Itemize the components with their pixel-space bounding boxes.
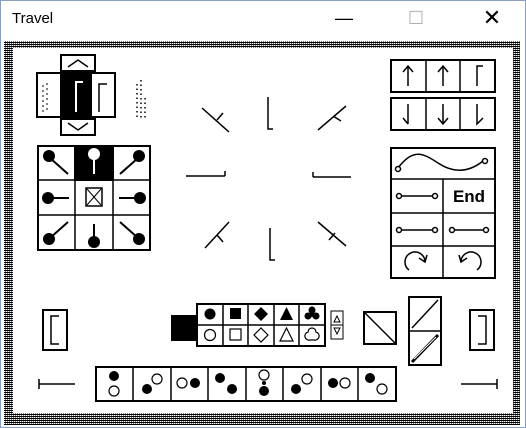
wall-right-icon xyxy=(98,83,107,112)
diagonal-down-icon xyxy=(364,312,396,344)
minimize-button[interactable]: — xyxy=(319,1,369,35)
left-bracket-icon xyxy=(50,315,59,345)
wall-down-button[interactable] xyxy=(60,118,96,136)
outline-clover-icon xyxy=(304,327,320,341)
arrow-up-icon xyxy=(437,64,449,86)
wall-left-button[interactable] xyxy=(36,72,62,118)
maximize-button[interactable]: ☐ xyxy=(391,1,441,35)
arrow-down-left-icon xyxy=(402,104,409,125)
triangle-down-icon xyxy=(333,327,341,336)
window-title: Travel xyxy=(12,10,54,27)
dir-sw-icon xyxy=(204,221,230,249)
pair-diag-up-icon xyxy=(142,373,163,394)
chevron-down-icon xyxy=(67,122,89,131)
rotate-clockwise-icon xyxy=(404,251,428,271)
double-line-inner-icon xyxy=(413,336,437,360)
scroll-right-marker-icon xyxy=(461,379,498,389)
curve-path-icon xyxy=(397,153,484,171)
outline-circle-icon xyxy=(203,328,217,342)
rotate-cw-button[interactable] xyxy=(391,246,443,278)
filled-triangle-icon xyxy=(280,307,293,320)
pair-diag-up-dark-icon xyxy=(291,373,313,394)
pair-palette xyxy=(95,366,397,402)
dir-se-icon xyxy=(317,221,347,247)
pair-diag-up-button[interactable] xyxy=(133,367,171,401)
filled-circle-icon xyxy=(204,308,216,320)
dir-s-icon xyxy=(269,228,275,261)
filled-diamond-icon xyxy=(254,307,268,321)
outline-diamond-icon xyxy=(253,327,269,343)
filled-clover-icon xyxy=(304,306,320,320)
fill-swatch[interactable] xyxy=(171,315,197,341)
pair-diag-down-button[interactable] xyxy=(208,367,246,401)
pair-diag-up-dark-button[interactable] xyxy=(283,367,321,401)
outline-square-icon xyxy=(229,328,242,341)
dir-ne-icon xyxy=(317,105,347,131)
arrow-up-icon xyxy=(402,64,414,86)
travel-panel: End xyxy=(13,48,513,413)
dir-e-icon xyxy=(312,172,351,178)
pair-horizontal-icon xyxy=(176,377,200,389)
direction-compass[interactable] xyxy=(186,97,351,261)
triangle-up-icon xyxy=(333,314,341,323)
end-label: End xyxy=(453,187,485,206)
arrow-down-right-icon xyxy=(476,104,484,126)
wall-left-icon xyxy=(42,82,48,112)
dir-n-icon xyxy=(267,97,273,130)
arrow-down-icon xyxy=(437,104,449,126)
filled-square-icon xyxy=(230,308,241,319)
dithered-frame: End xyxy=(4,41,520,425)
chevron-up-icon xyxy=(67,59,89,68)
pair-diag-down-dark-icon xyxy=(365,373,388,395)
pivot-grid xyxy=(37,145,151,251)
scroll-left-marker-icon xyxy=(38,379,75,389)
rotate-counterclockwise-icon xyxy=(458,251,482,271)
pair-diag-down-icon xyxy=(215,373,237,394)
wall-up-button[interactable] xyxy=(60,54,96,72)
direction-buttons xyxy=(390,59,496,131)
pair-diag-down-dark-button[interactable] xyxy=(358,367,396,401)
pair-vertical-dark-icon xyxy=(258,369,270,396)
arrow-up-hook-icon xyxy=(476,65,483,86)
diagonal-up-icon xyxy=(411,299,439,329)
close-button[interactable]: ✕ xyxy=(467,1,517,35)
travel-canvas: End xyxy=(36,54,498,402)
wall-right-button[interactable] xyxy=(90,72,116,118)
outline-triangle-icon xyxy=(279,326,294,342)
dir-nw-icon xyxy=(201,107,230,133)
pair-horizontal-dark-icon xyxy=(328,377,351,389)
pair-vertical-icon xyxy=(108,371,120,397)
right-bracket-icon xyxy=(478,315,487,345)
travel-window: Travel — ☐ ✕ End xyxy=(0,0,526,428)
dotted-wall-icon xyxy=(136,80,146,118)
dir-w-icon xyxy=(186,171,226,177)
wall-selector xyxy=(36,54,146,136)
title-bar[interactable]: Travel — ☐ ✕ xyxy=(1,1,525,35)
path-controls: End xyxy=(390,147,496,279)
rotate-ccw-button[interactable] xyxy=(443,246,495,278)
cross-icon xyxy=(86,188,102,206)
